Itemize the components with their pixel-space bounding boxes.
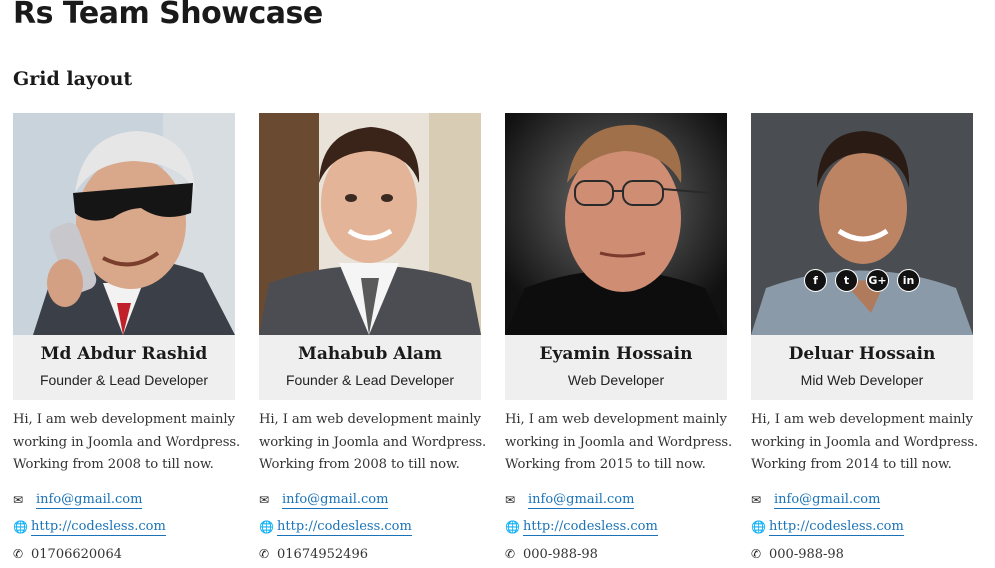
man-with-glasses-photo xyxy=(505,113,727,335)
member-contact: ✉ info@gmail.com 🌐 http://codesless.com … xyxy=(13,487,235,568)
website-row: 🌐 http://codesless.com xyxy=(751,514,973,541)
phone-icon: ✆ xyxy=(751,547,762,561)
member-name: Mahabub Alam xyxy=(298,344,442,364)
email-row: ✉ info@gmail.com xyxy=(505,487,727,514)
envelope-icon: ✉ xyxy=(259,493,270,507)
envelope-icon: ✉ xyxy=(505,493,516,507)
team-card: Md Abdur Rashid Founder & Lead Developer… xyxy=(13,113,240,568)
team-showcase-page: Rs Team Showcase Grid layout Md Abdur Ra… xyxy=(0,0,995,567)
member-contact: ✉ info@gmail.com 🌐 http://codesless.com … xyxy=(259,487,481,568)
website-link[interactable]: http://codesless.com xyxy=(769,519,904,536)
member-info-box: Mahabub Alam Founder & Lead Developer xyxy=(259,335,481,400)
member-role: Founder & Lead Developer xyxy=(39,372,209,388)
member-contact: ✉ info@gmail.com 🌐 http://codesless.com … xyxy=(751,487,973,568)
google-plus-icon[interactable]: G+ xyxy=(866,269,889,292)
member-contact: ✉ info@gmail.com 🌐 http://codesless.com … xyxy=(505,487,727,568)
website-link[interactable]: http://codesless.com xyxy=(523,519,658,536)
phone-row: ✆ 01706620064 xyxy=(13,541,235,568)
phone-row: ✆ 000-988-98 xyxy=(505,541,727,568)
social-links: f t G+ in xyxy=(751,269,973,292)
member-info-box: Md Abdur Rashid Founder & Lead Developer xyxy=(13,335,235,400)
phone-number: 01706620064 xyxy=(31,546,122,562)
email-link[interactable]: info@gmail.com xyxy=(528,492,635,509)
team-card: Eyamin Hossain Web Developer Hi, I am we… xyxy=(505,113,732,568)
member-photo[interactable]: f t G+ in xyxy=(751,113,973,335)
team-card: Mahabub Alam Founder & Lead Developer Hi… xyxy=(259,113,486,568)
page-title: Rs Team Showcase xyxy=(13,0,323,31)
envelope-icon: ✉ xyxy=(13,493,24,507)
email-row: ✉ info@gmail.com xyxy=(751,487,973,514)
website-link[interactable]: http://codesless.com xyxy=(277,519,412,536)
phone-number: 000-988-98 xyxy=(769,546,844,562)
team-grid: Md Abdur Rashid Founder & Lead Developer… xyxy=(13,113,978,568)
member-bio: Hi, I am web development mainly working … xyxy=(505,412,733,472)
smiling-man-photo xyxy=(751,113,973,335)
globe-icon: 🌐 xyxy=(751,520,766,534)
member-info-box: Deluar Hossain Mid Web Developer xyxy=(751,335,973,400)
linkedin-icon[interactable]: in xyxy=(897,269,920,292)
phone-icon: ✆ xyxy=(13,547,24,561)
website-link[interactable]: http://codesless.com xyxy=(31,519,166,536)
person-on-phone-photo xyxy=(13,113,235,335)
phone-row: ✆ 000-988-98 xyxy=(751,541,973,568)
section-title: Grid layout xyxy=(13,68,133,90)
member-info-box: Eyamin Hossain Web Developer xyxy=(505,335,727,400)
globe-icon: 🌐 xyxy=(13,520,28,534)
facebook-icon[interactable]: f xyxy=(804,269,827,292)
phone-number: 01674952496 xyxy=(277,546,368,562)
globe-icon: 🌐 xyxy=(505,520,520,534)
member-bio: Hi, I am web development mainly working … xyxy=(13,412,241,472)
member-role: Founder & Lead Developer xyxy=(285,372,455,388)
member-role: Mid Web Developer xyxy=(800,372,924,388)
member-photo[interactable] xyxy=(505,113,727,335)
website-row: 🌐 http://codesless.com xyxy=(259,514,481,541)
email-row: ✉ info@gmail.com xyxy=(259,487,481,514)
globe-icon: 🌐 xyxy=(259,520,274,534)
member-name: Eyamin Hossain xyxy=(539,344,693,364)
email-link[interactable]: info@gmail.com xyxy=(774,492,881,509)
member-photo[interactable] xyxy=(13,113,235,335)
member-name: Md Abdur Rashid xyxy=(40,344,208,364)
phone-number: 000-988-98 xyxy=(523,546,598,562)
member-name: Deluar Hossain xyxy=(788,344,936,364)
businessman-photo xyxy=(259,113,481,335)
envelope-icon: ✉ xyxy=(751,493,762,507)
phone-row: ✆ 01674952496 xyxy=(259,541,481,568)
phone-icon: ✆ xyxy=(259,547,270,561)
email-row: ✉ info@gmail.com xyxy=(13,487,235,514)
member-bio: Hi, I am web development mainly working … xyxy=(751,412,979,472)
member-photo[interactable] xyxy=(259,113,481,335)
member-role: Web Developer xyxy=(567,372,665,388)
email-link[interactable]: info@gmail.com xyxy=(282,492,389,509)
website-row: 🌐 http://codesless.com xyxy=(13,514,235,541)
member-bio: Hi, I am web development mainly working … xyxy=(259,412,487,472)
website-row: 🌐 http://codesless.com xyxy=(505,514,727,541)
email-link[interactable]: info@gmail.com xyxy=(36,492,143,509)
twitter-icon[interactable]: t xyxy=(835,269,858,292)
phone-icon: ✆ xyxy=(505,547,516,561)
team-card: f t G+ in Deluar Hossain Mid Web Develop… xyxy=(751,113,978,568)
